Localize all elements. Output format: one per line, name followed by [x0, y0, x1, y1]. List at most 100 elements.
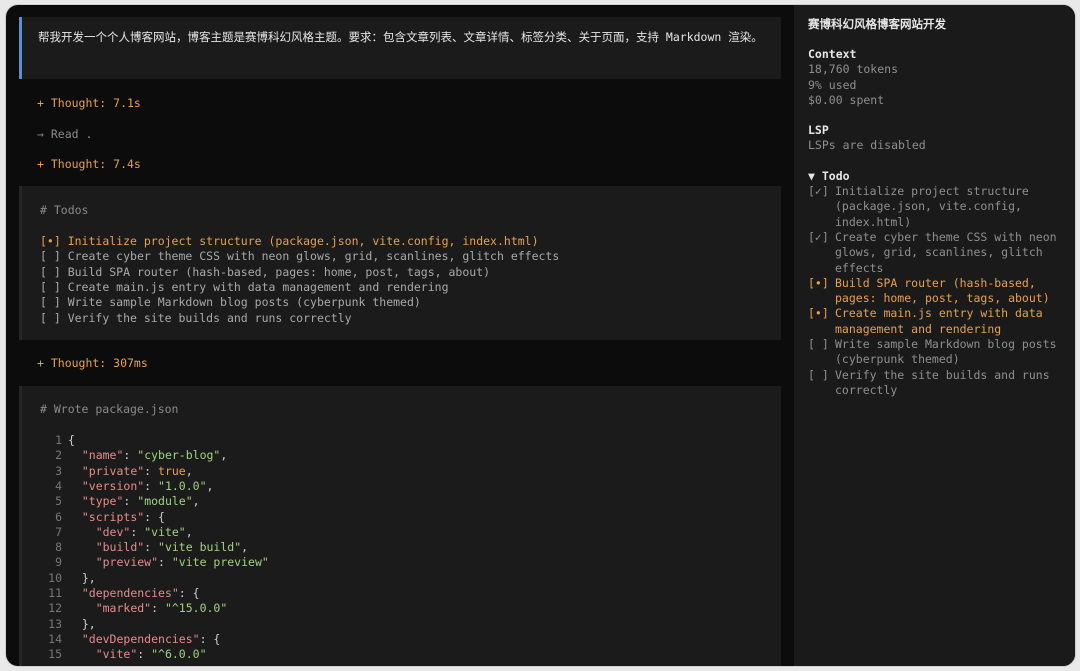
code-line: 7 "dev": "vite", — [40, 525, 193, 540]
code-line: 13 }, — [40, 617, 96, 632]
line-number: 14 — [48, 631, 62, 646]
code-token: "^15.0.0" — [164, 601, 228, 616]
line-number: 1 — [55, 433, 62, 447]
code-token: "type" — [81, 494, 124, 509]
code-token: , — [206, 478, 214, 493]
code-token: : { — [199, 631, 221, 646]
code-token: , — [220, 448, 228, 463]
code-token: : { — [178, 586, 200, 600]
todo-checkbox: [ ] — [808, 367, 829, 382]
todo-label: Verify the site builds and runs correctl… — [67, 310, 352, 325]
todo-item: [ ] Create main.js entry with data manag… — [40, 280, 449, 295]
line-number: 5 — [55, 494, 62, 509]
code-token: : — [144, 478, 159, 493]
code-token: "dev" — [95, 524, 131, 539]
session-title: 赛博科幻风格博客网站开发 — [808, 17, 946, 31]
todo-label: Create cyber theme CSS with neon glows, … — [67, 249, 560, 264]
code-token: , — [192, 494, 200, 509]
todo-checkbox: [ ] — [40, 249, 68, 264]
todo-checkbox: [✓] — [808, 229, 829, 244]
line-number: 2 — [55, 448, 62, 463]
line-number: 10 — [48, 570, 62, 585]
code-token: "1.0.0" — [158, 478, 207, 493]
read-action: → Read . — [37, 127, 93, 141]
code-token: , — [185, 524, 193, 539]
code-token: "name" — [81, 448, 124, 463]
todos-heading: # Todos — [40, 203, 89, 217]
todo-item: [ ] Verify the site builds and runs corr… — [40, 311, 352, 326]
line-number: 15 — [48, 647, 62, 662]
code-token: "marked" — [95, 601, 152, 616]
todo-label: Initialize project structure (package.js… — [835, 184, 1029, 229]
sidebar-todo-item: [•] Build SPA router (hash-based, pages: … — [808, 276, 1061, 307]
code-token: "scripts" — [81, 509, 145, 524]
line-number: 13 — [48, 616, 62, 631]
code-token: : — [151, 601, 165, 616]
todo-label: Build SPA router (hash-based, pages: hom… — [67, 264, 491, 279]
code-line: 3 "private": true, — [40, 464, 193, 479]
todo-item: [ ] Write sample Markdown blog posts (cy… — [40, 295, 421, 310]
code-token: "preview" — [95, 555, 159, 570]
line-number: 3 — [55, 463, 62, 478]
user-prompt: 帮我开发一个个人博客网站，博客主题是赛博科幻风格主题。要求：包含文章列表、文章详… — [19, 17, 781, 79]
code-line: 10 }, — [40, 571, 96, 586]
thought-toggle-1[interactable]: + Thought: 7.1s — [37, 96, 141, 111]
todo-label: Build SPA router (hash-based, pages: hom… — [835, 275, 1050, 306]
todo-checkbox: [ ] — [40, 295, 68, 310]
todo-checkbox: [•] — [808, 306, 829, 321]
code-line: 6 "scripts": { — [40, 510, 165, 525]
code-token: }, — [68, 570, 96, 585]
code-token: "cyber-blog" — [137, 448, 221, 463]
chat-transcript[interactable]: 帮我开发一个个人博客网站，博客主题是赛博科幻风格主题。要求：包含文章列表、文章详… — [6, 5, 794, 666]
code-line: 15 "vite": "^6.0.0" — [40, 647, 206, 662]
todo-item: [ ] Create cyber theme CSS with neon glo… — [40, 249, 559, 264]
code-token: "devDependencies" — [81, 631, 200, 646]
lsp-heading: LSP — [808, 123, 829, 138]
code-token: true — [158, 463, 186, 478]
code-line: 14 "devDependencies": { — [40, 632, 220, 647]
code-token: "build" — [95, 540, 145, 555]
todo-checkbox: [ ] — [40, 264, 68, 279]
code-token: { — [68, 433, 75, 447]
line-number: 8 — [55, 540, 62, 555]
sidebar-todo-item: [ ] Write sample Markdown blog posts (cyb… — [808, 337, 1061, 368]
sidebar-todo-item: [✓] Initialize project structure (package… — [808, 184, 1061, 230]
context-heading: Context — [808, 47, 857, 61]
code-panel: # Wrote package.json 1{2 "name": "cyber-… — [19, 386, 781, 666]
code-token: "vite build" — [158, 540, 242, 555]
todos-panel: # Todos [•] Initialize project structure… — [19, 186, 781, 340]
code-token: , — [241, 540, 249, 555]
todo-toggle[interactable]: ▼ Todo — [808, 169, 1061, 184]
code-line: 4 "version": "1.0.0", — [40, 479, 213, 494]
code-token: }, — [68, 616, 96, 631]
thought-toggle-3[interactable]: + Thought: 307ms — [37, 356, 148, 371]
code-token: : — [130, 524, 145, 539]
session-sidebar: 赛博科幻风格博客网站开发 Context 18,760 tokens 9% us… — [794, 5, 1075, 666]
todo-label: Create main.js entry with data managemen… — [835, 306, 1043, 336]
todo-label: Verify the site builds and runs correctl… — [835, 367, 1050, 397]
code-token: "private" — [81, 463, 145, 478]
code-token: "vite" — [95, 647, 138, 662]
code-line: 2 "name": "cyber-blog", — [40, 448, 227, 463]
code-line: 1{ — [40, 433, 75, 448]
todo-checkbox: [ ] — [40, 310, 68, 325]
todo-checkbox: [ ] — [40, 279, 68, 294]
sidebar-todo-item: [•] Create main.js entry with data manage… — [808, 306, 1061, 337]
lsp-status: LSPs are disabled — [808, 138, 926, 153]
line-number: 9 — [55, 555, 62, 570]
context-used: 9% used — [808, 77, 857, 92]
thought-toggle-2[interactable]: + Thought: 7.4s — [37, 157, 141, 172]
context-spent: $0.00 spent — [808, 92, 885, 107]
code-token: : — [123, 494, 138, 509]
code-token: : { — [144, 509, 165, 524]
sidebar-todo-item: [✓] Create cyber theme CSS with neon glow… — [808, 230, 1061, 276]
line-number: 4 — [55, 478, 62, 493]
todo-label: Initialize project structure (package.js… — [67, 234, 539, 248]
code-token: : — [144, 463, 159, 478]
